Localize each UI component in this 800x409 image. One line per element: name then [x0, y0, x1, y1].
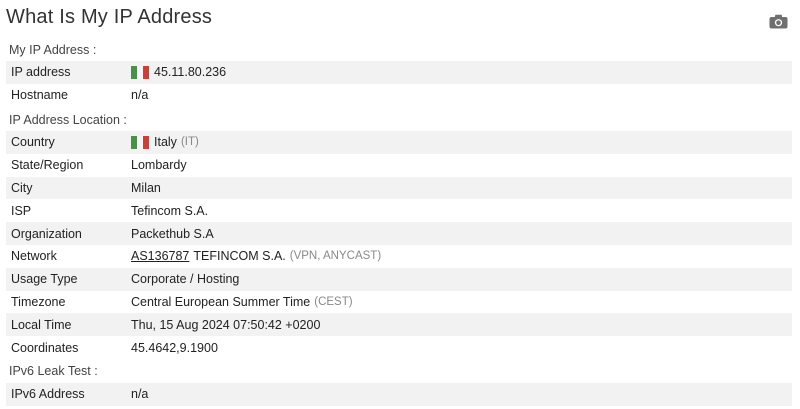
table-row-country: Country Italy (IT): [6, 131, 792, 154]
table-row-usage-type: Usage Type Corporate / Hosting: [6, 267, 792, 291]
table-row-isp: ISP Tefincom S.A.: [6, 199, 792, 222]
country-label: Country: [11, 135, 55, 150]
table-row-timezone: Timezone Central European Summer Time (C…: [6, 291, 792, 314]
location-table: Country Italy (IT) State/Region Lombardy…: [6, 131, 792, 359]
ipv6-table: IPv6 Address n/a: [6, 383, 792, 406]
country-value: Italy: [154, 135, 177, 150]
isp-value: Tefincom S.A.: [131, 203, 209, 218]
isp-label: ISP: [11, 203, 32, 218]
camera-icon[interactable]: [769, 14, 788, 29]
network-label: Network: [11, 249, 57, 264]
network-tags: (VPN, ANYCAST): [289, 250, 382, 263]
network-value-cell: AS136787 TEFINCOM S.A. (VPN, ANYCAST): [131, 249, 381, 263]
organization-label: Organization: [11, 226, 82, 241]
section-label-location: IP Address Location :: [9, 113, 127, 127]
usage-type-value: Corporate / Hosting: [131, 272, 240, 287]
ip-address-value-cell: 45.11.80.236: [131, 65, 226, 79]
local-time-value: Thu, 15 Aug 2024 07:50:42 +0200: [131, 317, 321, 332]
hostname-value: n/a: [131, 88, 149, 103]
hostname-label: Hostname: [11, 88, 68, 103]
timezone-label: Timezone: [11, 294, 66, 309]
network-name: TEFINCOM S.A.: [193, 249, 286, 264]
italy-flag-icon: [131, 65, 149, 79]
table-row-ip-address: IP address 45.11.80.236: [6, 61, 792, 84]
region-value: Lombardy: [131, 158, 187, 173]
city-label: City: [11, 180, 33, 195]
table-row-city: City Milan: [6, 176, 792, 200]
page-title: What Is My IP Address: [6, 6, 213, 28]
coordinates-label: Coordinates: [11, 340, 79, 355]
table-row-network: Network AS136787 TEFINCOM S.A. (VPN, ANY…: [6, 245, 792, 268]
timezone-value-cell: Central European Summer Time (CEST): [131, 295, 353, 309]
my-ip-table: IP address 45.11.80.236 Hostname n/a: [6, 61, 792, 107]
ip-address-label: IP address: [11, 65, 71, 80]
coordinates-value: 45.4642,9.1900: [131, 340, 218, 355]
table-row-hostname: Hostname n/a: [6, 84, 792, 107]
country-value-cell: Italy (IT): [131, 135, 199, 149]
ip-address-value: 45.11.80.236: [154, 65, 227, 80]
italy-flag-icon: [131, 135, 149, 149]
table-row-region: State/Region Lombardy: [6, 154, 792, 177]
local-time-label: Local Time: [11, 317, 72, 332]
table-row-organization: Organization Packethub S.A: [6, 222, 792, 245]
table-row-ipv6-address: IPv6 Address n/a: [6, 383, 792, 406]
ipv6-address-label: IPv6 Address: [11, 387, 85, 402]
organization-value: Packethub S.A: [131, 226, 214, 241]
city-value: Milan: [131, 180, 161, 195]
section-label-my-ip: My IP Address :: [9, 43, 97, 57]
usage-type-label: Usage Type: [11, 272, 78, 287]
country-code: (IT): [180, 136, 199, 149]
network-asn-link[interactable]: AS136787: [131, 249, 189, 263]
timezone-value: Central European Summer Time: [131, 294, 311, 309]
region-label: State/Region: [11, 158, 84, 173]
ip-info-page: What Is My IP Address My IP Address : IP…: [0, 0, 800, 409]
table-row-coordinates: Coordinates 45.4642,9.1900: [6, 336, 792, 359]
timezone-abbr: (CEST): [314, 295, 353, 308]
ipv6-address-value: n/a: [131, 387, 149, 402]
section-label-ipv6: IPv6 Leak Test :: [9, 364, 98, 378]
table-row-local-time: Local Time Thu, 15 Aug 2024 07:50:42 +02…: [6, 313, 792, 337]
